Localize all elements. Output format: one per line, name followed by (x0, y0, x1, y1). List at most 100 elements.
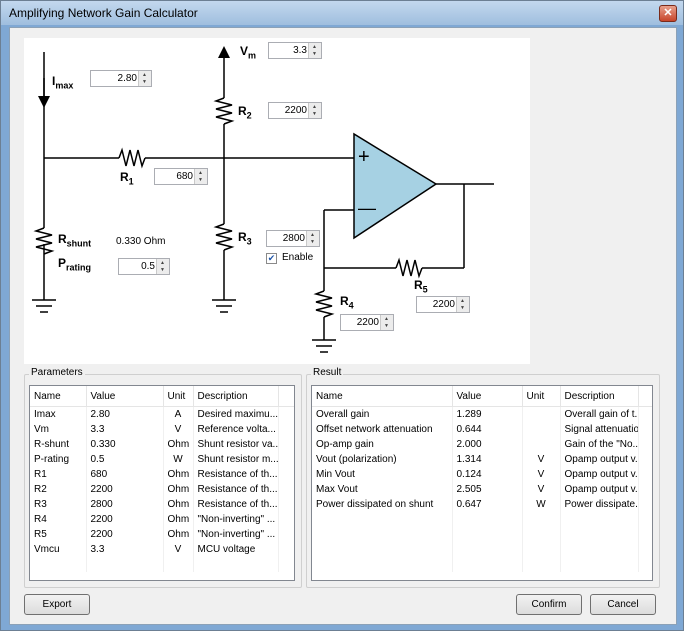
table-cell: Opamp output v... (560, 482, 639, 497)
table-cell (522, 512, 561, 527)
table-row[interactable]: R2 2200 Ohm Resistance of th... (30, 482, 294, 497)
r5-resistor (395, 257, 423, 279)
column-header[interactable]: Unit (522, 386, 561, 407)
table-cell: R4 (30, 512, 87, 527)
table-cell (278, 557, 294, 572)
spin-down-icon: ▼ (160, 267, 165, 273)
table-cell (452, 542, 523, 557)
table-cell (312, 527, 453, 542)
table-row[interactable]: R1 680 Ohm Resistance of th... (30, 467, 294, 482)
table-cell: Ohm (163, 512, 194, 527)
checkmark-icon: ✔ (267, 253, 276, 263)
table-row[interactable]: Overall gain 1.289 Overall gain of t... (312, 406, 652, 422)
table-cell (560, 542, 639, 557)
opamp-minus-sign: — (358, 198, 376, 218)
table-cell: 3.3 (86, 422, 164, 437)
column-filler (278, 386, 294, 407)
table-cell (278, 467, 294, 482)
table-cell (522, 527, 561, 542)
r3-spinner[interactable]: 2800 ▲ ▼ (266, 230, 320, 247)
table-cell (278, 512, 294, 527)
spin-down-icon: ▼ (142, 79, 147, 85)
table-row[interactable] (312, 512, 652, 527)
table-row[interactable] (312, 542, 652, 557)
close-button[interactable]: ✕ (659, 5, 677, 22)
table-cell (30, 557, 87, 572)
opamp-plus-sign: + (358, 146, 370, 168)
table-row[interactable]: Vm 3.3 V Reference volta... (30, 422, 294, 437)
table-row[interactable]: Offset network attenuation 0.644 Signal at… (312, 422, 652, 437)
table-cell: V (522, 452, 561, 467)
table-cell (638, 527, 652, 542)
dialog-body: + — Imax 2.80 ▲ ▼ Vm 3.3 ▲ ▼ R2 2200 ▲ ▼ R1… (9, 27, 677, 625)
table-cell: "Non-inverting" ... (193, 512, 279, 527)
title-bar[interactable]: Amplifying Network Gain Calculator ✕ (1, 1, 683, 25)
parameters-table[interactable]: Name Value Unit Description Imax 2.80 A Desire… (29, 385, 295, 581)
result-table[interactable]: Name Value Unit Description Overall gain 1.2… (311, 385, 653, 581)
table-cell (638, 512, 652, 527)
table-cell: 2200 (86, 512, 164, 527)
table-cell (522, 422, 561, 437)
table-cell (278, 437, 294, 452)
table-row[interactable]: Max Vout 2.505 V Opamp output v... (312, 482, 652, 497)
table-row[interactable]: Min Vout 0.124 V Opamp output v... (312, 467, 652, 482)
spin-up-icon: ▲ (312, 44, 317, 50)
table-cell: 0.5 (86, 452, 164, 467)
column-header[interactable]: Name (312, 386, 453, 407)
r1-spinner[interactable]: 680 ▲ ▼ (154, 168, 208, 185)
table-row[interactable]: Vmcu 3.3 V MCU voltage (30, 542, 294, 557)
table-row[interactable]: R4 2200 Ohm "Non-inverting" ... (30, 512, 294, 527)
r1-label: R1 (120, 170, 134, 187)
table-cell: Ohm (163, 527, 194, 542)
table-cell: V (163, 422, 194, 437)
confirm-button[interactable]: Confirm (516, 594, 582, 615)
table-cell: Opamp output v... (560, 467, 639, 482)
table-row[interactable] (312, 527, 652, 542)
table-row[interactable]: Op-amp gain 2.000 Gain of the "No... (312, 437, 652, 452)
table-cell (560, 527, 639, 542)
prating-spinner[interactable]: 0.5 ▲ ▼ (118, 258, 170, 275)
table-cell: Min Vout (312, 467, 453, 482)
column-header[interactable]: Unit (163, 386, 194, 407)
export-button[interactable]: Export (24, 594, 90, 615)
cancel-button[interactable]: Cancel (590, 594, 656, 615)
enable-checkbox[interactable]: ✔ (266, 253, 277, 264)
table-row[interactable] (30, 557, 294, 572)
table-cell (86, 557, 164, 572)
imax-spinner[interactable]: 2.80 ▲ ▼ (90, 70, 152, 87)
column-header[interactable]: Description (560, 386, 639, 407)
table-cell: 0.330 (86, 437, 164, 452)
r5-label: R5 (414, 278, 428, 295)
parameters-grid: Name Value Unit Description Imax 2.80 A Desire… (30, 386, 294, 572)
table-cell (452, 557, 523, 572)
column-header[interactable]: Value (452, 386, 523, 407)
r5-spinner[interactable]: 2200 ▲ ▼ (416, 296, 470, 313)
column-header[interactable]: Description (193, 386, 279, 407)
table-cell (638, 422, 652, 437)
r2-spinner[interactable]: 2200 ▲ ▼ (268, 102, 322, 119)
table-row[interactable]: R-shunt 0.330 Ohm Shunt resistor va... (30, 437, 294, 452)
table-cell: 2.000 (452, 437, 523, 452)
table-row[interactable] (312, 557, 652, 572)
table-row[interactable]: Power dissipated on shunt 0.647 W Power dis… (312, 497, 652, 512)
column-header[interactable]: Name (30, 386, 87, 407)
table-cell: Opamp output v... (560, 452, 639, 467)
table-row[interactable]: P-rating 0.5 W Shunt resistor m... (30, 452, 294, 467)
table-cell: R3 (30, 497, 87, 512)
window-title: Amplifying Network Gain Calculator (9, 6, 198, 20)
column-header[interactable]: Value (86, 386, 164, 407)
table-cell: R5 (30, 527, 87, 542)
r2-label: R2 (238, 104, 252, 121)
table-cell: Desired maximu... (193, 406, 279, 422)
table-row[interactable]: Vout (polarization) 1.314 V Opamp output v.… (312, 452, 652, 467)
r4-spinner[interactable]: 2200 ▲ ▼ (340, 314, 394, 331)
table-row[interactable]: Imax 2.80 A Desired maximu... (30, 406, 294, 422)
spin-down-icon: ▼ (384, 323, 389, 329)
vm-spinner[interactable]: 3.3 ▲ ▼ (268, 42, 322, 59)
spin-up-icon: ▲ (310, 232, 315, 238)
table-cell (522, 542, 561, 557)
r3-label: R3 (238, 230, 252, 247)
table-row[interactable]: R5 2200 Ohm "Non-inverting" ... (30, 527, 294, 542)
table-cell: Overall gain (312, 406, 453, 422)
table-row[interactable]: R3 2800 Ohm Resistance of th... (30, 497, 294, 512)
